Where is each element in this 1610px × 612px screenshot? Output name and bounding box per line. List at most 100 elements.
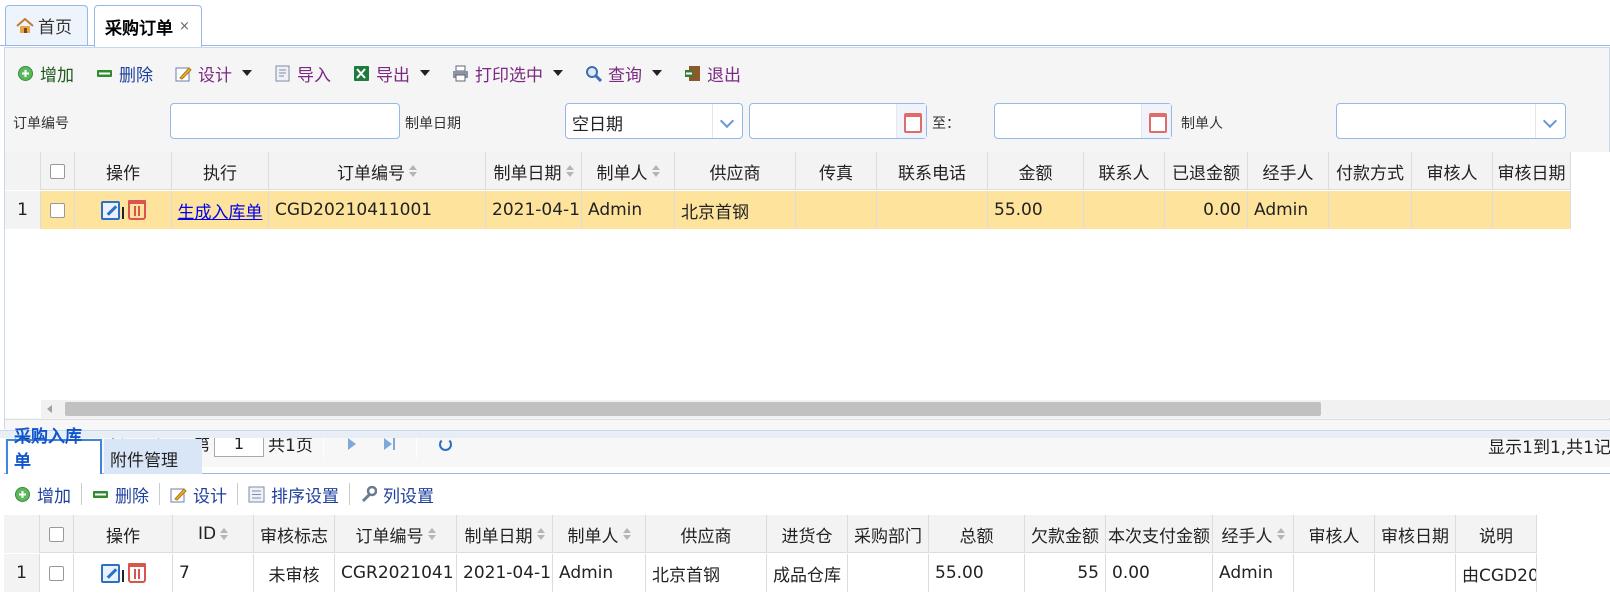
- chevron-down-icon: [553, 70, 563, 76]
- export-button[interactable]: 导出: [353, 61, 430, 86]
- print-selected-label: 打印选中: [475, 65, 543, 86]
- col-header-sortable[interactable]: 制单日期: [457, 515, 553, 553]
- checkbox-icon[interactable]: [49, 565, 64, 581]
- sort-settings-button[interactable]: 排序设置: [248, 482, 339, 507]
- col-header: 传真: [796, 152, 877, 190]
- row-checkbox[interactable]: [40, 554, 74, 592]
- order-no-input[interactable]: [170, 103, 400, 139]
- sort-icon: [565, 165, 574, 177]
- tab-purchase-receipt[interactable]: 采购入库单: [6, 427, 102, 474]
- column-settings-button[interactable]: 列设置: [360, 482, 434, 507]
- payment-cell: [1329, 191, 1412, 229]
- col-header: 付款方式: [1329, 152, 1412, 190]
- col-header-sortable[interactable]: 订单编号: [335, 515, 457, 553]
- col-header-sortable[interactable]: ID: [173, 515, 254, 553]
- col-header: 金额: [988, 152, 1084, 190]
- delete-label: 删除: [115, 486, 149, 507]
- order-no-label: 订单编号: [13, 116, 69, 132]
- checkbox-icon[interactable]: [50, 202, 65, 218]
- sort-settings-icon: [248, 486, 265, 503]
- generate-receipt-label[interactable]: 生成入库单: [178, 198, 263, 223]
- table-row[interactable]: 1 生成入库单 CGD20210411001 2021-04-1 Admin 北…: [5, 191, 1571, 229]
- print-selected-button[interactable]: 打印选中: [452, 61, 563, 86]
- detail-toolbar: 增加 删除 设计 排序设置 列设置: [4, 476, 1610, 512]
- purchase-order-grid: 操作 执行 订单编号 制单日期 制单人 供应商 传真 联系电话 金额 联系人 已…: [5, 152, 1610, 418]
- purchase-order-panel: 增加 删除 设计 导入 导出 打印选中 查询 退出 订单编号 制单日期 空日期 …: [4, 47, 1610, 467]
- tab-home[interactable]: 首页: [5, 5, 88, 45]
- delete-button[interactable]: 删除: [92, 482, 149, 507]
- row-actions: [74, 554, 173, 592]
- col-header-sortable[interactable]: 订单编号: [269, 152, 486, 190]
- tab-purchase-order[interactable]: 采购订单 ×: [94, 5, 202, 47]
- design-button[interactable]: 设计: [175, 61, 252, 86]
- exit-button[interactable]: 退出: [684, 61, 741, 86]
- paid-cell: 0.00: [1106, 554, 1213, 592]
- row-checkbox[interactable]: [41, 191, 75, 229]
- col-header-sortable[interactable]: 经手人: [1213, 515, 1294, 553]
- edit-icon[interactable]: [100, 200, 120, 220]
- sort-icon: [622, 528, 631, 540]
- scrollbar-thumb[interactable]: [65, 402, 1321, 416]
- date-to-input[interactable]: [994, 103, 1172, 139]
- table-row[interactable]: 1 7 未审核 CGR2021041 2021-04-1 Admin 北京首钢 …: [4, 554, 1537, 592]
- edit-icon[interactable]: [100, 563, 120, 583]
- col-header: 操作: [75, 152, 172, 190]
- divider: [349, 483, 350, 505]
- chevron-down-icon: [420, 70, 430, 76]
- note-cell: 由CGD20: [1456, 554, 1537, 592]
- add-button[interactable]: 增加: [17, 61, 74, 86]
- delete-button[interactable]: 删除: [96, 61, 153, 86]
- col-header: 审核日期: [1493, 152, 1571, 190]
- panel-splitter[interactable]: [0, 430, 1610, 438]
- search-icon: [585, 65, 603, 82]
- generate-receipt-link[interactable]: 生成入库单: [172, 191, 269, 229]
- id-cell: 7: [173, 554, 254, 592]
- col-header-sortable[interactable]: 制单人: [553, 515, 646, 553]
- col-header-sortable[interactable]: 制单人: [582, 152, 675, 190]
- divider: [121, 207, 124, 219]
- creator-select[interactable]: [1336, 103, 1566, 139]
- reviewer-cell: [1412, 191, 1493, 229]
- date-from-input[interactable]: [749, 103, 927, 139]
- date-mode-select[interactable]: 空日期: [565, 103, 743, 139]
- chevron-down-icon[interactable]: [1535, 104, 1565, 138]
- supplier-cell: 北京首钢: [675, 191, 796, 229]
- col-header: 执行: [172, 152, 269, 190]
- col-header: 进货仓: [767, 515, 848, 553]
- home-icon: [16, 17, 34, 34]
- sort-icon: [651, 165, 660, 177]
- tab-home-label: 首页: [38, 18, 72, 38]
- divider: [237, 483, 238, 505]
- divider: [159, 483, 160, 505]
- col-header-label: 经手人: [1221, 526, 1273, 547]
- design-button[interactable]: 设计: [170, 482, 227, 507]
- date-cell: 2021-04-1: [457, 554, 553, 592]
- select-all-checkbox[interactable]: [40, 515, 74, 553]
- add-label: 增加: [37, 486, 71, 507]
- query-button[interactable]: 查询: [585, 61, 662, 86]
- col-header-sortable[interactable]: 制单日期: [486, 152, 582, 190]
- rownum-header: [5, 152, 41, 190]
- horizontal-scrollbar[interactable]: [41, 400, 1610, 418]
- tab-attachments[interactable]: 附件管理: [104, 439, 202, 474]
- wrench-icon: [360, 485, 378, 503]
- import-button[interactable]: 导入: [274, 61, 331, 86]
- checkbox-icon[interactable]: [49, 526, 64, 542]
- delete-icon[interactable]: [127, 563, 146, 583]
- calendar-icon[interactable]: [896, 104, 926, 138]
- col-header-label: 制单人: [567, 526, 619, 547]
- col-header-label: ID: [197, 524, 217, 544]
- select-all-checkbox[interactable]: [41, 152, 75, 190]
- delete-icon[interactable]: [127, 200, 146, 220]
- calendar-icon[interactable]: [1141, 104, 1171, 138]
- scroll-left-icon[interactable]: [47, 405, 52, 413]
- col-header: 供应商: [675, 152, 796, 190]
- excel-export-icon: [353, 65, 370, 82]
- add-button[interactable]: 增加: [14, 482, 71, 507]
- chevron-down-icon[interactable]: [712, 104, 742, 138]
- delete-label: 删除: [119, 65, 153, 86]
- col-header: 审核日期: [1375, 515, 1456, 553]
- checkbox-icon[interactable]: [50, 163, 65, 179]
- supplier-cell: 北京首钢: [646, 554, 767, 592]
- close-icon[interactable]: ×: [179, 19, 190, 34]
